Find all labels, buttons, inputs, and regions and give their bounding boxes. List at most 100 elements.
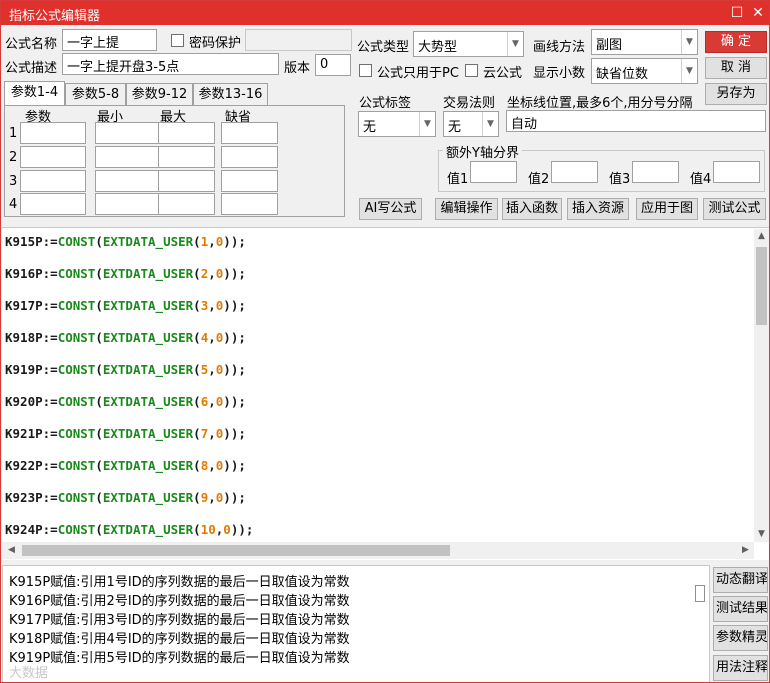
extra-y-input-3[interactable] — [632, 161, 679, 183]
note-line: K919P赋值:引用5号ID的序列数据的最后一日取值设为常数 — [9, 651, 350, 666]
param-max-cell[interactable] — [158, 146, 215, 168]
password-checkbox[interactable] — [171, 34, 184, 47]
note-line: K917P赋值:引用3号ID的序列数据的最后一日取值设为常数 — [9, 613, 350, 628]
trade-rule-select[interactable]: 无 ▼ — [443, 111, 499, 137]
code-line: K918P:=CONST(EXTDATA_USER(4,0)); — [5, 330, 246, 345]
param-default-cell[interactable] — [221, 193, 278, 215]
edit-operations-button[interactable]: 编辑操作 — [435, 198, 498, 220]
param-name-cell[interactable] — [20, 146, 86, 168]
tab-params-13-16[interactable]: 参数13-16 — [193, 83, 268, 105]
title-bar: 指标公式编辑器 ☐ ✕ — [1, 1, 769, 25]
decimals-select[interactable]: 缺省位数 ▼ — [591, 58, 698, 84]
param-min-cell[interactable] — [95, 122, 161, 144]
formula-type-value: 大势型 — [418, 40, 458, 55]
formula-name-label: 公式名称 — [5, 37, 58, 52]
notes-scroll-thumb[interactable] — [695, 585, 705, 602]
param-max-cell[interactable] — [158, 170, 215, 192]
code-editor[interactable]: K915P:=CONST(EXTDATA_USER(1,0)); K916P:=C… — [2, 227, 769, 560]
scroll-right-icon[interactable]: ▶ — [738, 543, 753, 558]
formula-editor-window: 指标公式编辑器 ☐ ✕ 公式名称 一字上提 密码保护 公式类型 大势型 ▼ 画线… — [0, 0, 770, 683]
param-min-cell[interactable] — [95, 146, 161, 168]
horizontal-scrollbar[interactable]: ◀ ▶ — [2, 542, 754, 559]
param-row-index: 4 — [9, 197, 18, 212]
code-line: K920P:=CONST(EXTDATA_USER(6,0)); — [5, 394, 246, 409]
scrollbar-thumb[interactable] — [22, 545, 450, 556]
code-line: K921P:=CONST(EXTDATA_USER(7,0)); — [5, 426, 246, 441]
scrollbar-thumb[interactable] — [756, 247, 767, 325]
ok-button[interactable]: 确 定 — [705, 31, 767, 53]
scroll-left-icon[interactable]: ◀ — [4, 543, 19, 558]
cloud-checkbox[interactable] — [465, 64, 478, 77]
param-row-index: 2 — [9, 150, 18, 165]
draw-method-value: 副图 — [596, 38, 623, 53]
tab-params-1-4[interactable]: 参数1-4 — [4, 81, 65, 106]
version-label: 版本 — [284, 61, 311, 76]
formula-tag-select[interactable]: 无 ▼ — [358, 111, 436, 137]
param-name-cell[interactable] — [20, 193, 86, 215]
scroll-up-icon[interactable]: ▲ — [754, 229, 769, 244]
cancel-button[interactable]: 取 消 — [705, 57, 767, 79]
param-max-cell[interactable] — [158, 122, 215, 144]
extra-y-axis-title: 额外Y轴分界 — [443, 142, 522, 161]
usage-notes-button[interactable]: 用法注释 — [713, 655, 768, 681]
extra-y-label: 值2 — [528, 172, 550, 187]
formula-type-select[interactable]: 大势型 ▼ — [413, 31, 524, 57]
cloud-label: 云公式 — [483, 66, 523, 81]
extra-y-input-2[interactable] — [551, 161, 598, 183]
code-line: K922P:=CONST(EXTDATA_USER(8,0)); — [5, 458, 246, 473]
chevron-down-icon: ▼ — [419, 112, 435, 136]
extra-y-label: 值3 — [609, 172, 631, 187]
coord-line-input[interactable]: 自动 — [506, 110, 766, 132]
param-name-cell[interactable] — [20, 122, 86, 144]
param-default-cell[interactable] — [221, 146, 278, 168]
param-min-cell[interactable] — [95, 170, 161, 192]
formula-name-input[interactable]: 一字上提 — [62, 29, 157, 51]
close-icon[interactable]: ✕ — [749, 4, 767, 22]
formula-tag-value: 无 — [363, 120, 377, 135]
pc-only-checkbox[interactable] — [359, 64, 372, 77]
save-as-button[interactable]: 另存为 — [705, 83, 767, 105]
version-input[interactable]: 0 — [315, 54, 351, 76]
tab-params-9-12[interactable]: 参数9-12 — [126, 83, 193, 105]
param-default-cell[interactable] — [221, 170, 278, 192]
decimals-label: 显示小数 — [533, 66, 586, 81]
dynamic-translate-button[interactable]: 动态翻译 — [713, 567, 768, 593]
window-title: 指标公式编辑器 — [9, 9, 101, 24]
extra-y-input-4[interactable] — [713, 161, 760, 183]
password-input[interactable] — [245, 29, 352, 51]
scroll-down-icon[interactable]: ▼ — [754, 527, 769, 542]
param-table: 参数 最小 最大 缺省 1 2 3 4 — [4, 105, 345, 217]
param-row-index: 3 — [9, 174, 18, 189]
decimals-value: 缺省位数 — [596, 67, 649, 82]
test-result-button[interactable]: 测试结果 — [713, 596, 768, 622]
trade-rule-label: 交易法则 — [443, 96, 496, 111]
param-default-cell[interactable] — [221, 122, 278, 144]
watermark: 大数据 — [9, 666, 49, 681]
param-name-cell[interactable] — [20, 170, 86, 192]
formula-desc-label: 公式描述 — [5, 61, 58, 76]
formula-tag-label: 公式标签 — [359, 96, 412, 111]
ai-write-formula-button[interactable]: AI写公式 — [359, 198, 422, 220]
apply-to-chart-button[interactable]: 应用于图 — [636, 198, 698, 220]
tab-params-5-8[interactable]: 参数5-8 — [65, 83, 126, 105]
insert-function-button[interactable]: 插入函数 — [502, 198, 562, 220]
insert-resource-button[interactable]: 插入资源 — [567, 198, 629, 220]
code-line: K915P:=CONST(EXTDATA_USER(1,0)); — [5, 234, 246, 249]
formula-type-label: 公式类型 — [357, 40, 410, 55]
test-formula-button[interactable]: 测试公式 — [703, 198, 766, 220]
coord-line-label: 坐标线位置,最多6个,用分号分隔 — [507, 96, 693, 111]
param-row-index: 1 — [9, 126, 18, 141]
param-wizard-button[interactable]: 参数精灵 — [713, 625, 768, 651]
formula-desc-input[interactable]: 一字上提开盘3-5点 — [62, 53, 279, 75]
vertical-scrollbar[interactable]: ▲ ▼ — [754, 229, 769, 542]
code-line: K923P:=CONST(EXTDATA_USER(9,0)); — [5, 490, 246, 505]
param-min-cell[interactable] — [95, 193, 161, 215]
code-line: K919P:=CONST(EXTDATA_USER(5,0)); — [5, 362, 246, 377]
extra-y-input-1[interactable] — [470, 161, 517, 183]
draw-method-select[interactable]: 副图 ▼ — [591, 29, 698, 55]
code-line: K916P:=CONST(EXTDATA_USER(2,0)); — [5, 266, 246, 281]
param-max-cell[interactable] — [158, 193, 215, 215]
code-line: K924P:=CONST(EXTDATA_USER(10,0)); — [5, 522, 254, 537]
extra-y-label: 值4 — [690, 172, 712, 187]
maximize-icon[interactable]: ☐ — [728, 4, 746, 22]
